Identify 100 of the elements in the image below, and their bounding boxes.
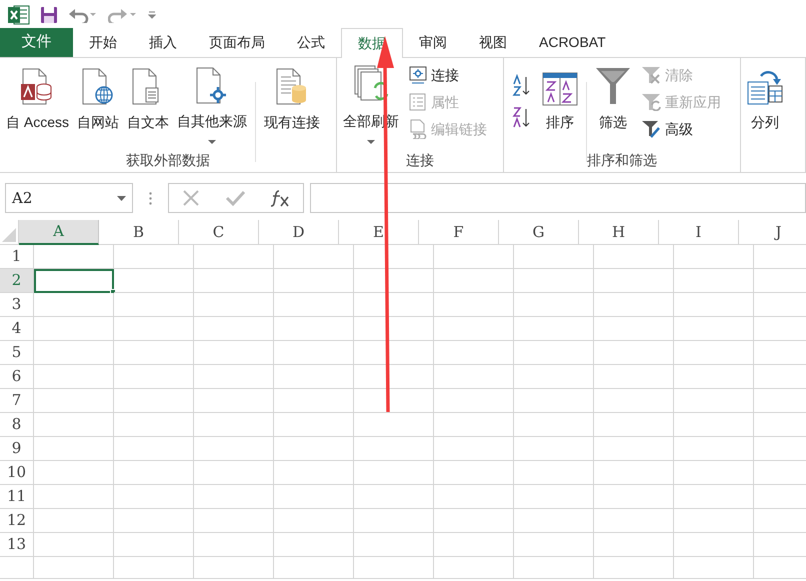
table-cell[interactable] <box>514 533 594 557</box>
table-cell[interactable] <box>34 461 114 485</box>
table-cell[interactable] <box>594 509 674 533</box>
table-cell[interactable] <box>274 485 354 509</box>
ribbon-tab[interactable]: 插入 <box>133 28 193 57</box>
table-cell[interactable] <box>434 509 514 533</box>
table-cell[interactable] <box>114 485 194 509</box>
table-cell[interactable] <box>274 557 354 579</box>
drag-handle-icon[interactable] <box>149 192 152 204</box>
table-cell[interactable] <box>194 293 274 317</box>
table-cell[interactable] <box>274 533 354 557</box>
table-cell[interactable] <box>34 485 114 509</box>
table-cell[interactable] <box>274 413 354 437</box>
table-cell[interactable] <box>34 413 114 437</box>
column-header[interactable]: D <box>259 220 339 245</box>
table-cell[interactable] <box>114 437 194 461</box>
table-cell[interactable] <box>194 437 274 461</box>
row-header[interactable]: 13 <box>0 533 34 557</box>
table-cell[interactable] <box>674 245 754 269</box>
table-cell[interactable] <box>194 557 274 579</box>
table-cell[interactable] <box>114 293 194 317</box>
sort-ascending-icon[interactable] <box>512 74 532 96</box>
insert-function-icon[interactable] <box>270 189 290 207</box>
table-cell[interactable] <box>114 557 194 579</box>
row-header[interactable]: 8 <box>0 413 34 437</box>
table-cell[interactable] <box>194 341 274 365</box>
check-icon[interactable] <box>224 190 245 206</box>
table-cell[interactable] <box>594 533 674 557</box>
table-cell[interactable] <box>354 341 434 365</box>
table-cell[interactable] <box>514 341 594 365</box>
table-cell[interactable] <box>434 557 514 579</box>
table-cell[interactable] <box>514 557 594 579</box>
row-header[interactable]: 6 <box>0 365 34 389</box>
table-cell[interactable] <box>194 485 274 509</box>
ribbon-tab[interactable]: 开始 <box>73 28 133 57</box>
table-cell[interactable] <box>354 533 434 557</box>
table-cell[interactable] <box>354 485 434 509</box>
ribbon-button[interactable]: 现有连接 <box>262 64 322 144</box>
ribbon-tab[interactable]: 视图 <box>463 28 523 57</box>
active-cell[interactable] <box>34 269 114 293</box>
table-cell[interactable] <box>194 389 274 413</box>
row-header[interactable] <box>0 557 34 579</box>
column-header[interactable]: F <box>419 220 499 245</box>
table-cell[interactable] <box>594 485 674 509</box>
table-cell[interactable] <box>274 461 354 485</box>
table-cell[interactable] <box>194 413 274 437</box>
ribbon-tab[interactable]: ACROBAT <box>523 28 622 57</box>
table-cell[interactable] <box>354 413 434 437</box>
table-cell[interactable] <box>594 557 674 579</box>
table-cell[interactable] <box>594 461 674 485</box>
file-tab[interactable]: 文件 <box>0 28 73 57</box>
table-cell[interactable] <box>594 365 674 389</box>
table-cell[interactable] <box>114 269 194 293</box>
column-header[interactable]: C <box>179 220 259 245</box>
row-header[interactable]: 9 <box>0 437 34 461</box>
table-cell[interactable] <box>194 509 274 533</box>
table-cell[interactable] <box>274 317 354 341</box>
table-cell[interactable] <box>674 293 754 317</box>
ribbon-button[interactable]: 自 Access <box>4 64 72 144</box>
table-cell[interactable] <box>354 269 434 293</box>
undo-icon[interactable] <box>68 6 98 22</box>
table-cell[interactable] <box>114 389 194 413</box>
row-header[interactable]: 3 <box>0 293 34 317</box>
table-cell[interactable] <box>354 461 434 485</box>
table-cell[interactable] <box>434 437 514 461</box>
table-cell[interactable] <box>114 461 194 485</box>
ribbon-tab[interactable]: 公式 <box>281 28 341 57</box>
table-cell[interactable] <box>274 365 354 389</box>
ribbon-button[interactable]: 排序 <box>540 64 580 144</box>
formula-input-field[interactable] <box>310 183 806 213</box>
row-header[interactable]: 5 <box>0 341 34 365</box>
table-cell[interactable] <box>34 341 114 365</box>
ribbon-button[interactable]: 筛选 <box>593 64 633 144</box>
ribbon-command[interactable]: 高级 <box>641 118 721 140</box>
table-cell[interactable] <box>674 437 754 461</box>
table-cell[interactable] <box>194 365 274 389</box>
table-cell[interactable] <box>674 557 754 579</box>
ribbon-button[interactable]: 自文本 <box>125 64 172 144</box>
table-cell[interactable] <box>434 269 514 293</box>
column-header[interactable]: B <box>99 220 179 245</box>
table-cell[interactable] <box>434 245 514 269</box>
table-cell[interactable] <box>34 509 114 533</box>
select-all-corner[interactable] <box>2 228 16 242</box>
table-cell[interactable] <box>274 293 354 317</box>
table-cell[interactable] <box>34 557 114 579</box>
table-cell[interactable] <box>354 245 434 269</box>
column-header[interactable]: E <box>339 220 419 245</box>
table-cell[interactable] <box>594 389 674 413</box>
ribbon-button[interactable]: 分列 <box>745 64 785 144</box>
table-cell[interactable] <box>514 509 594 533</box>
table-cell[interactable] <box>514 413 594 437</box>
table-cell[interactable] <box>674 341 754 365</box>
row-header[interactable]: 4 <box>0 317 34 341</box>
table-cell[interactable] <box>434 317 514 341</box>
column-header[interactable]: J <box>739 220 806 245</box>
table-cell[interactable] <box>194 245 274 269</box>
table-cell[interactable] <box>34 389 114 413</box>
table-cell[interactable] <box>114 413 194 437</box>
table-cell[interactable] <box>514 293 594 317</box>
table-cell[interactable] <box>194 317 274 341</box>
